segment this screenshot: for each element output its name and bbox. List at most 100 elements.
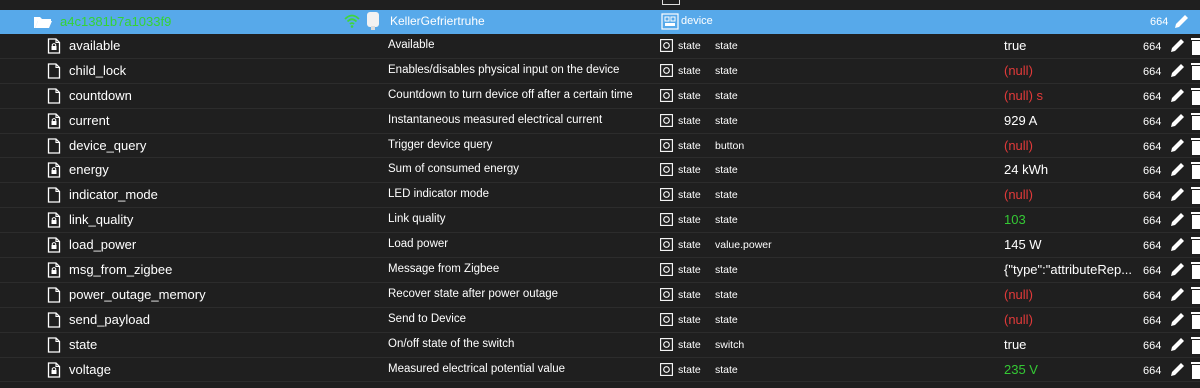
object-tree: a4c1381b7a1033f9 KellerGefriertruhe devi…: [0, 10, 1200, 383]
state-role: state: [715, 89, 738, 102]
state-type-icon: [660, 63, 673, 77]
wifi-icon: [344, 14, 360, 28]
delete-icon[interactable]: [1191, 286, 1200, 304]
state-acl: 664: [1143, 165, 1162, 178]
state-value[interactable]: (null): [1004, 312, 1033, 327]
state-acl: 664: [1143, 115, 1162, 128]
state-value[interactable]: true: [1004, 38, 1026, 53]
edit-icon[interactable]: [1168, 62, 1186, 80]
state-name: Measured electrical potential value: [388, 362, 566, 375]
edit-icon[interactable]: [1168, 261, 1186, 279]
smart-plug-icon: [367, 12, 379, 30]
edit-icon[interactable]: [1168, 336, 1186, 354]
state-value[interactable]: (null): [1004, 187, 1033, 202]
edit-icon[interactable]: [1168, 286, 1186, 304]
state-role: state: [715, 264, 738, 277]
delete-icon[interactable]: [1191, 262, 1200, 280]
state-type-icon: [660, 188, 673, 202]
edit-icon[interactable]: [1168, 161, 1186, 179]
file-icon: [47, 137, 61, 154]
state-row-power_outage_memory[interactable]: power_outage_memory Recover state after …: [0, 283, 1200, 308]
edit-icon[interactable]: [1168, 112, 1186, 130]
file-lock-icon: [47, 162, 61, 179]
edit-icon[interactable]: [1168, 186, 1186, 204]
delete-icon[interactable]: [1191, 212, 1200, 230]
state-name: Recover state after power outage: [388, 287, 559, 300]
file-lock-icon: [47, 262, 61, 278]
state-name: Instantaneous measured electrical curren…: [388, 113, 603, 126]
state-row-child_lock[interactable]: child_lock Enables/disables physical inp…: [0, 59, 1200, 84]
state-value[interactable]: 145 W: [1004, 237, 1042, 252]
delete-icon[interactable]: [1191, 336, 1200, 354]
folder-open-icon[interactable]: [33, 15, 53, 29]
state-row-voltage[interactable]: voltage Measured electrical potential va…: [0, 358, 1200, 383]
state-value[interactable]: 103: [1004, 212, 1026, 227]
state-row-current[interactable]: current Instantaneous measured electrica…: [0, 109, 1200, 134]
state-row-countdown[interactable]: countdown Countdown to turn device off a…: [0, 84, 1200, 109]
file-icon: [47, 88, 61, 104]
state-row-load_power[interactable]: load_power Load power state value.power …: [0, 233, 1200, 259]
state-acl: 664: [1143, 65, 1162, 78]
state-type-icon: [660, 113, 673, 127]
file-lock-icon: [47, 113, 61, 129]
state-role: state: [715, 189, 738, 202]
state-value[interactable]: (null): [1004, 63, 1033, 78]
state-row-send_payload[interactable]: send_payload Send to Device state state …: [0, 308, 1200, 333]
state-type: state: [678, 89, 701, 102]
state-row-state[interactable]: state On/off state of the switch state s…: [0, 333, 1200, 358]
state-name: Trigger device query: [388, 138, 493, 151]
state-acl: 664: [1143, 314, 1162, 327]
delete-icon[interactable]: [1191, 187, 1200, 205]
state-acl: 664: [1143, 190, 1162, 203]
state-acl: 664: [1143, 41, 1162, 53]
state-value[interactable]: (null): [1004, 138, 1033, 153]
edit-icon[interactable]: [1168, 211, 1186, 229]
device-name: KellerGefriertruhe: [390, 14, 485, 28]
edit-icon[interactable]: [1168, 87, 1186, 105]
state-row-available[interactable]: available Available state state true 664: [0, 34, 1200, 59]
state-id: load_power: [69, 237, 137, 253]
state-value[interactable]: 24 kWh: [1004, 162, 1048, 177]
delete-icon[interactable]: [1191, 361, 1200, 379]
state-type: state: [678, 114, 701, 127]
edit-icon[interactable]: [1168, 137, 1186, 155]
state-type: state: [678, 239, 701, 252]
state-type-icon: [660, 39, 673, 52]
edit-icon[interactable]: [1168, 311, 1186, 329]
state-row-device_query[interactable]: device_query Trigger device query state …: [0, 134, 1200, 159]
delete-icon[interactable]: [1191, 87, 1200, 105]
state-value[interactable]: {"type":"attributeRep...: [1004, 262, 1132, 277]
delete-icon[interactable]: [1191, 162, 1200, 180]
delete-icon[interactable]: [1191, 311, 1200, 329]
state-acl: 664: [1143, 90, 1162, 103]
state-name: Message from Zigbee: [388, 263, 500, 276]
delete-icon[interactable]: [1191, 237, 1200, 255]
state-role: state: [715, 214, 738, 227]
state-id: state: [69, 336, 98, 352]
state-type-icon: [660, 287, 673, 301]
state-type: state: [678, 214, 701, 227]
file-icon: [47, 312, 61, 328]
state-id: available: [69, 38, 121, 53]
device-folder-row[interactable]: a4c1381b7a1033f9 KellerGefriertruhe devi…: [0, 10, 1200, 34]
delete-icon[interactable]: [1191, 112, 1200, 130]
state-value[interactable]: 235 V: [1004, 362, 1038, 377]
edit-icon[interactable]: [1172, 13, 1190, 31]
delete-icon[interactable]: [1191, 137, 1200, 155]
state-row-link_quality[interactable]: link_quality Link quality state state 10…: [0, 208, 1200, 234]
state-row-msg_from_zigbee[interactable]: msg_from_zigbee Message from Zigbee stat…: [0, 258, 1200, 283]
edit-icon[interactable]: [1168, 37, 1186, 55]
delete-icon[interactable]: [1191, 62, 1200, 80]
edit-icon[interactable]: [1168, 236, 1186, 254]
state-value[interactable]: 929 A: [1004, 113, 1037, 128]
state-id: link_quality: [69, 212, 134, 228]
delete-icon[interactable]: [1191, 38, 1200, 55]
state-value[interactable]: (null): [1004, 287, 1033, 302]
state-id: child_lock: [69, 62, 127, 78]
state-row-energy[interactable]: energy Sum of consumed energy state stat…: [0, 158, 1200, 184]
state-value[interactable]: (null) s: [1004, 88, 1043, 103]
state-value[interactable]: true: [1004, 337, 1026, 352]
edit-icon[interactable]: [1168, 361, 1186, 379]
state-id: current: [69, 112, 110, 128]
state-row-indicator_mode[interactable]: indicator_mode LED indicator mode state …: [0, 183, 1200, 209]
